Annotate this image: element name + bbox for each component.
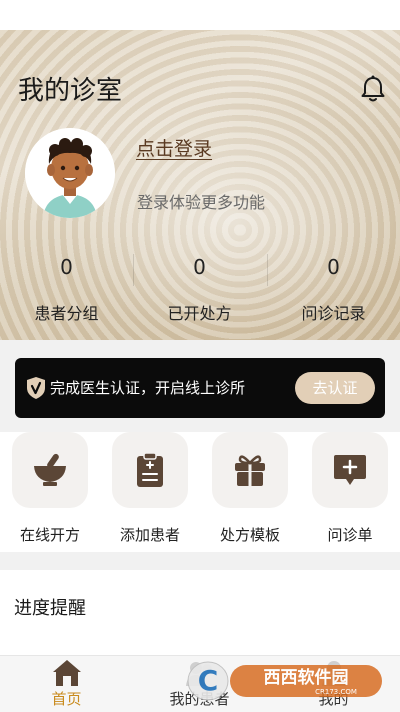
- stat-value: 0: [327, 255, 340, 279]
- login-hint: 登录体验更多功能: [137, 193, 266, 212]
- stat-patient-groups[interactable]: 0 患者分组: [0, 252, 133, 324]
- stat-prescriptions[interactable]: 0 已开处方: [133, 252, 266, 324]
- quick-action-label: 处方模板: [219, 526, 280, 544]
- stat-label: 患者分组: [34, 304, 99, 323]
- quick-action-add-patient[interactable]: 添加患者: [100, 432, 200, 545]
- avatar[interactable]: [25, 128, 115, 218]
- stat-consultation-records[interactable]: 0 问诊记录: [267, 252, 400, 324]
- gift-box-icon: [212, 432, 288, 508]
- certify-button[interactable]: 去认证: [295, 372, 375, 404]
- stat-value: 0: [60, 255, 73, 279]
- quick-action-online-prescription[interactable]: 在线开方: [0, 432, 100, 545]
- clipboard-icon: [112, 432, 188, 508]
- status-bar-area: [0, 0, 400, 30]
- verified-shield-icon: [25, 376, 47, 400]
- watermark: C 西西软件园 CR173.COM: [186, 659, 386, 703]
- quick-action-prescription-template[interactable]: 处方模板: [200, 432, 300, 545]
- watermark-subtext: CR173.COM: [315, 688, 357, 696]
- certification-banner[interactable]: 完成医生认证，开启线上诊所 去认证: [15, 358, 385, 418]
- tab-home[interactable]: 首页: [0, 656, 133, 712]
- quick-action-label: 问诊单: [327, 526, 373, 544]
- bell-icon[interactable]: [358, 74, 388, 104]
- add-message-icon: [312, 432, 388, 508]
- home-icon: [52, 660, 81, 686]
- login-link[interactable]: 点击登录: [136, 134, 212, 161]
- quick-action-label: 添加患者: [119, 526, 180, 544]
- watermark-text: 西西软件园: [264, 667, 349, 688]
- quick-actions: 在线开方 添加患者 处方模板 问诊单: [0, 432, 400, 552]
- section-title: 进度提醒: [14, 598, 86, 619]
- mortar-bowl-icon: [12, 432, 88, 508]
- header-banner: 我的诊室 点击登录 登录体验更多功能 0 患者分组 0 已开处方 0 问诊记录: [0, 0, 400, 340]
- tab-label: 首页: [51, 690, 82, 708]
- quick-action-consultation-form[interactable]: 问诊单: [300, 432, 400, 545]
- stat-label: 问诊记录: [301, 304, 366, 323]
- stat-value: 0: [193, 255, 206, 279]
- quick-action-label: 在线开方: [19, 526, 80, 544]
- page-title: 我的诊室: [18, 76, 123, 106]
- stat-label: 已开处方: [167, 304, 232, 323]
- progress-reminder-section: 进度提醒: [0, 570, 400, 655]
- section-gap: [0, 552, 400, 570]
- certification-text: 完成医生认证，开启线上诊所: [50, 379, 246, 397]
- watermark-badge: C: [198, 664, 219, 697]
